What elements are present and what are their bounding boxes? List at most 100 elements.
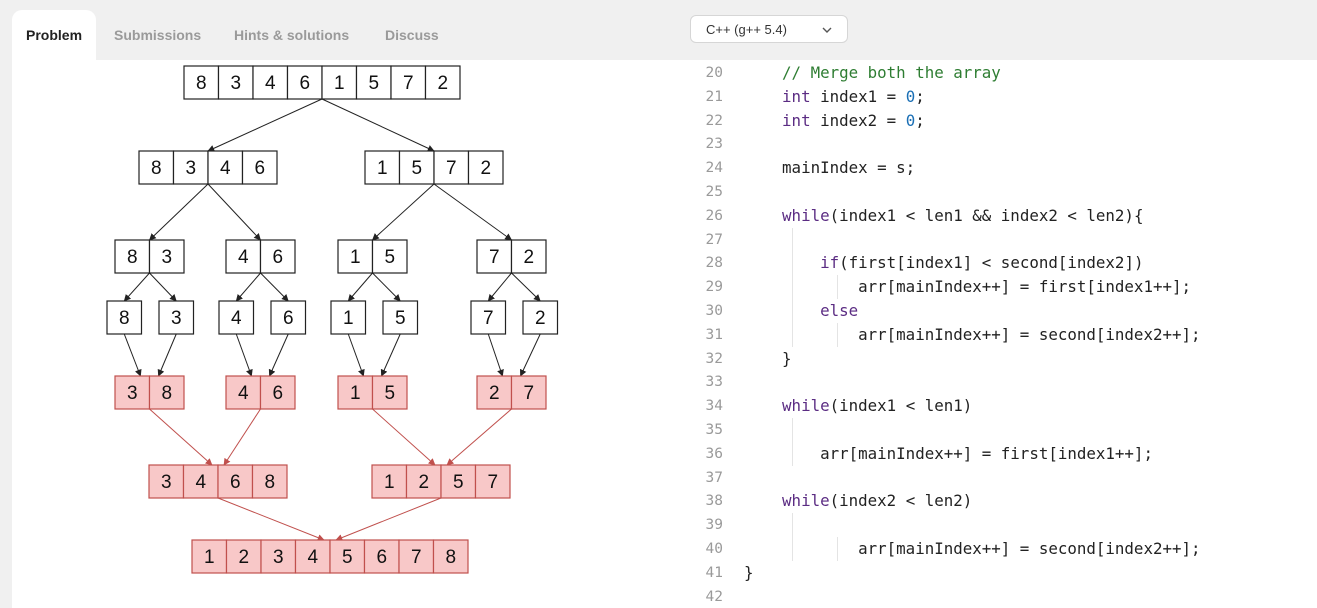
code-line[interactable]: 39 — [680, 513, 1317, 537]
array-box: 46 — [225, 375, 296, 410]
array-box: 1572 — [364, 150, 504, 185]
code-line[interactable]: 30 else — [680, 299, 1317, 323]
array-box: 38 — [114, 375, 185, 410]
line-number: 36 — [705, 445, 723, 462]
array-cell-value: 8 — [127, 247, 138, 268]
array-cell-value: 4 — [238, 247, 249, 268]
array-cell-value: 5 — [395, 308, 406, 329]
array-box: 3 4 6 8 — [148, 464, 288, 499]
array-cell-value: 7 — [489, 247, 500, 268]
line-number: 41 — [705, 564, 723, 581]
array-cell-value: 1 — [384, 472, 395, 493]
split-arrow — [487, 272, 512, 302]
code-text: int index2 = 0; — [782, 110, 925, 130]
tab-submissions[interactable]: Submissions — [114, 10, 201, 60]
code-line[interactable]: 42 — [680, 585, 1317, 608]
array-cell-value: 1 — [350, 383, 361, 404]
split-arrow — [235, 272, 261, 302]
split-arrow — [260, 272, 289, 302]
array-cell-value: 3 — [161, 247, 172, 268]
code-line[interactable]: 21 int index1 = 0; — [680, 85, 1317, 109]
code-line[interactable]: 22 int index2 = 0; — [680, 109, 1317, 133]
array-box: 8 3 4 6 1 5 7 2 — [183, 65, 461, 100]
tab-discuss[interactable]: Discuss — [385, 10, 439, 60]
array-cell-value: 4 — [307, 547, 318, 568]
line-number: 30 — [705, 303, 723, 319]
array-cell-value: 3 — [273, 547, 284, 568]
split-arrow — [520, 333, 541, 377]
line-number: 24 — [705, 160, 723, 177]
code-line[interactable]: 35 — [680, 418, 1317, 442]
code-line[interactable]: 28 if(first[index1] < second[index2]) — [680, 251, 1317, 275]
code-line[interactable]: 29 arr[mainIndex++] = first[index1++]; — [680, 275, 1317, 299]
array-cell-value: 5 — [384, 383, 395, 404]
code-line[interactable]: 37 — [680, 466, 1317, 490]
code-text: arr[mainIndex++] = second[index2++]; — [744, 324, 1201, 344]
line-number: 28 — [705, 255, 723, 272]
split-arrow — [321, 98, 435, 152]
code-line[interactable]: 27 — [680, 228, 1317, 252]
array-cell-value: 5 — [384, 247, 395, 268]
split-arrow — [511, 272, 541, 302]
array-cell-value: 5 — [411, 158, 422, 179]
array-cell-value: 3 — [171, 308, 182, 329]
code-line[interactable]: 38 while(index2 < len2) — [680, 489, 1317, 513]
code-text: while(index1 < len1 && index2 < len2){ — [782, 205, 1144, 225]
split-arrow — [148, 183, 209, 241]
array-cell-value: 2 — [418, 472, 429, 493]
array-cell-value: 2 — [535, 308, 546, 329]
code-text: while(index1 < len1) — [782, 396, 973, 416]
tab-hints-solutions[interactable]: Hints & solutions — [234, 10, 349, 60]
array-cell-value: 7 — [487, 472, 498, 493]
line-number: 25 — [705, 184, 723, 200]
array-cell-value: 7 — [523, 383, 534, 404]
code-line[interactable]: 32 } — [680, 347, 1317, 371]
split-arrow — [380, 333, 401, 377]
code-line[interactable]: 25 — [680, 180, 1317, 204]
code-text: arr[mainIndex++] = first[index1++]; — [744, 277, 1191, 297]
code-line[interactable]: 23 — [680, 132, 1317, 156]
array-cell-value: 1 — [377, 158, 388, 179]
code-line[interactable]: 34 while(index1 < len1) — [680, 394, 1317, 418]
array-cell-value: 7 — [411, 547, 422, 568]
array-cell-value: 1 — [334, 73, 345, 94]
code-line[interactable]: 41} — [680, 561, 1317, 585]
array-box: 4 — [218, 300, 255, 335]
code-text: } — [744, 562, 754, 582]
array-cell-value: 3 — [161, 472, 172, 493]
array-cell-value: 3 — [230, 73, 241, 94]
array-cell-value: 2 — [489, 383, 500, 404]
line-number: 33 — [705, 374, 723, 391]
line-number: 31 — [705, 326, 723, 343]
merge-arrow — [223, 408, 261, 466]
tab-bar: Problem Submissions Hints & solutions Di… — [12, 10, 680, 60]
code-line[interactable]: 40 arr[mainIndex++] = second[index2++]; — [680, 537, 1317, 561]
language-select[interactable]: C++ (g++ 5.4) — [690, 15, 848, 43]
array-cell-value: 8 — [196, 73, 207, 94]
array-cell-value: 4 — [238, 383, 249, 404]
indent-guide — [792, 418, 793, 466]
code-line[interactable]: 20 // Merge both the array — [680, 61, 1317, 85]
array-cell-value: 6 — [376, 547, 387, 568]
code-line[interactable]: 33 — [680, 370, 1317, 394]
array-box: 8 — [106, 300, 143, 335]
indent-guide — [792, 513, 793, 561]
line-number: 20 — [705, 65, 723, 81]
array-box: 1 — [330, 300, 367, 335]
split-arrow — [123, 272, 150, 302]
array-cell-value: 6 — [299, 73, 310, 94]
language-select-value: C++ (g++ 5.4) — [706, 22, 787, 37]
array-cell-value: 1 — [343, 308, 354, 329]
line-number: 22 — [705, 112, 723, 129]
line-number: 35 — [705, 422, 723, 438]
code-line[interactable]: 31 arr[mainIndex++] = second[index2++]; — [680, 323, 1317, 347]
array-cell-value: 8 — [119, 308, 130, 329]
code-line[interactable]: 24 mainIndex = s; — [680, 156, 1317, 180]
array-cell-value: 5 — [368, 73, 379, 94]
line-number: 27 — [705, 231, 723, 248]
tab-problem[interactable]: Problem — [12, 10, 97, 60]
array-cell-value: 2 — [437, 73, 448, 94]
code-line[interactable]: 26 while(index1 < len1 && index2 < len2)… — [680, 204, 1317, 228]
code-editor[interactable]: 20 // Merge both the array 21 int index1 … — [680, 60, 1317, 608]
code-line[interactable]: 36 arr[mainIndex++] = first[index1++]; — [680, 442, 1317, 466]
